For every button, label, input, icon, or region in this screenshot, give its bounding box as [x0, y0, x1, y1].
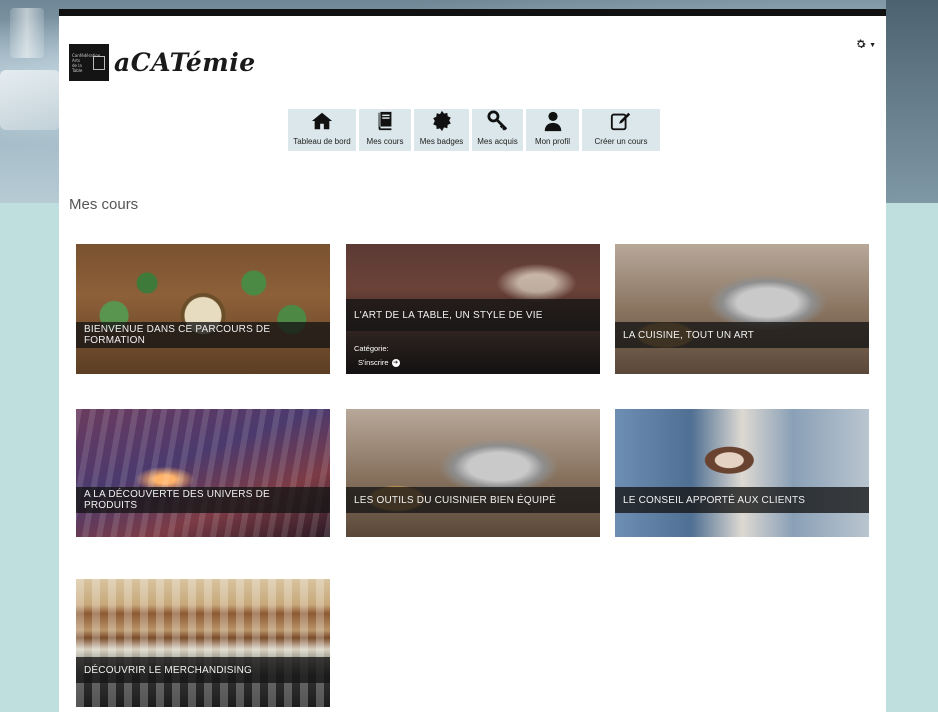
course-title: A LA DÉCOUVERTE DES UNIVERS DE PRODUITS	[76, 487, 330, 513]
course-card[interactable]: L'ART DE LA TABLE, UN STYLE DE VIE Catég…	[346, 244, 600, 374]
course-image	[615, 244, 869, 374]
nav-label: Mes badges	[419, 137, 464, 146]
settings-menu[interactable]: ▼	[855, 38, 876, 53]
course-category: Catégorie:	[354, 344, 389, 353]
nav-tableau-de-bord[interactable]: Tableau de bord	[288, 109, 356, 151]
course-title: LE CONSEIL APPORTÉ AUX CLIENTS	[615, 487, 869, 513]
logo-emblem: Confédération Arts de la Table	[69, 44, 109, 81]
nav-label: Mes cours	[366, 137, 404, 146]
book-icon	[378, 111, 392, 131]
enroll-label: S'inscrire	[358, 358, 389, 367]
logo-text: aCATémie	[114, 48, 256, 77]
course-card[interactable]: LE CONSEIL APPORTÉ AUX CLIENTS	[615, 409, 869, 537]
course-card[interactable]: BIENVENUE DANS CE PARCOURS DE FORMATION	[76, 244, 330, 374]
site-logo[interactable]: Confédération Arts de la Table aCATémie	[69, 44, 256, 81]
background-right-shade	[886, 0, 938, 203]
nav-label: Mes acquis	[477, 137, 518, 146]
badge-icon	[432, 110, 451, 132]
gear-icon	[855, 38, 867, 53]
course-image	[76, 579, 330, 707]
home-icon	[311, 112, 333, 130]
course-title: DÉCOUVRIR LE MERCHANDISING	[76, 657, 330, 683]
nav-label: Mon profil	[534, 137, 571, 146]
course-card[interactable]: LA CUISINE, TOUT UN ART	[615, 244, 869, 374]
nav-mes-cours[interactable]: Mes cours	[359, 109, 411, 151]
dashboard-nav: Tableau de bord Mes cours Mes badges Mes…	[288, 109, 660, 151]
course-image	[346, 409, 600, 537]
page-title: Mes cours	[69, 196, 139, 213]
nav-label: Créer un cours	[594, 137, 648, 146]
edit-icon	[610, 112, 631, 131]
nav-label: Tableau de bord	[293, 137, 351, 146]
course-card[interactable]: DÉCOUVRIR LE MERCHANDISING	[76, 579, 330, 707]
course-image	[615, 409, 869, 537]
nav-mon-profil[interactable]: Mon profil	[526, 109, 579, 151]
chevron-down-icon: ▼	[869, 42, 876, 49]
background-glass	[10, 8, 44, 58]
course-image	[76, 244, 330, 374]
enroll-link[interactable]: S'inscrire ➔	[358, 358, 400, 367]
course-title: LES OUTILS DU CUISINIER BIEN ÉQUIPÉ	[346, 487, 600, 513]
key-icon	[486, 110, 507, 131]
nav-mes-badges[interactable]: Mes badges	[414, 109, 469, 151]
course-image	[76, 409, 330, 537]
course-card[interactable]: A LA DÉCOUVERTE DES UNIVERS DE PRODUITS	[76, 409, 330, 537]
user-icon	[544, 111, 561, 132]
course-title: BIENVENUE DANS CE PARCOURS DE FORMATION	[76, 322, 330, 348]
background-napkin	[0, 70, 60, 130]
course-card[interactable]: LES OUTILS DU CUISINIER BIEN ÉQUIPÉ	[346, 409, 600, 537]
course-title: LA CUISINE, TOUT UN ART	[615, 322, 869, 348]
course-title: L'ART DE LA TABLE, UN STYLE DE VIE	[346, 299, 600, 331]
logo-mark	[93, 56, 105, 70]
nav-mes-acquis[interactable]: Mes acquis	[472, 109, 523, 151]
main-page: Confédération Arts de la Table aCATémie …	[59, 9, 886, 712]
nav-creer-un-cours[interactable]: Créer un cours	[582, 109, 660, 151]
arrow-right-icon: ➔	[391, 358, 400, 367]
